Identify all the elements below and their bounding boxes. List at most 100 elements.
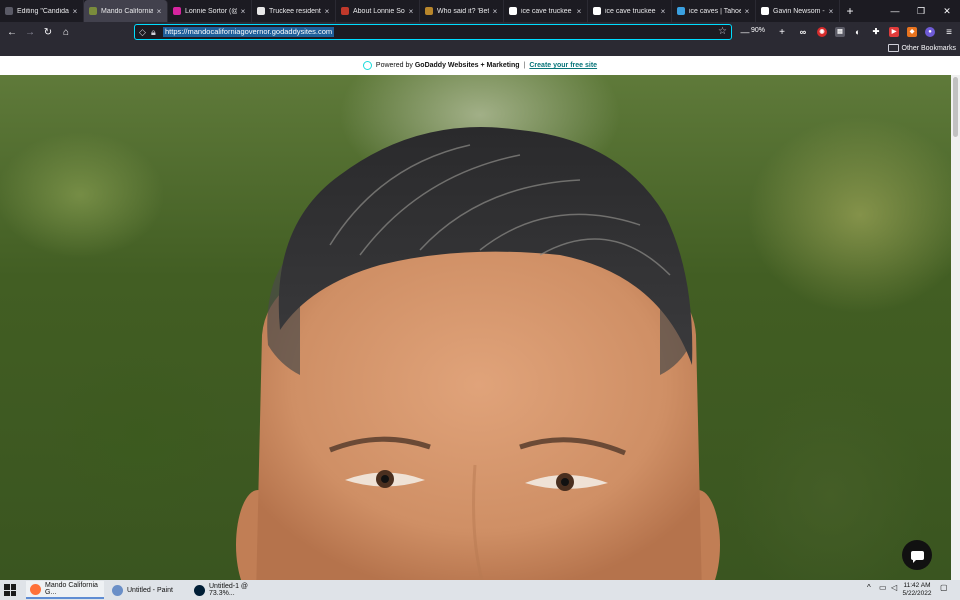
- doc-icon: [5, 7, 13, 15]
- browser-tab[interactable]: ice cave truckee - Go×: [588, 0, 672, 22]
- scrollbar-thumb[interactable]: [953, 77, 958, 137]
- new-tab-button[interactable]: +: [840, 0, 860, 22]
- instagram-icon: [173, 7, 181, 15]
- browser-tab[interactable]: ice caves | Tahoe Fals×: [672, 0, 756, 22]
- wikipedia-icon: [761, 7, 769, 15]
- account-extension-icon[interactable]: ●: [925, 27, 935, 37]
- keyboard-extension-icon[interactable]: ▤: [835, 27, 845, 37]
- clock-time: 11:42 AM: [903, 582, 931, 589]
- lock-icon[interactable]: 🔒︎: [151, 27, 156, 38]
- tab-title: Gavin Newsom - Wiki: [773, 7, 825, 15]
- volume-icon[interactable]: ◁: [891, 583, 897, 592]
- godaddy-logo-icon: [362, 61, 372, 70]
- paint-icon: [112, 584, 123, 596]
- adblock-icon[interactable]: ◉: [817, 27, 827, 37]
- tab-title: Editing "Candidates f: [17, 7, 69, 15]
- taskbar-app-button[interactable]: Untitled - Paint: [108, 581, 186, 599]
- close-tab-icon[interactable]: ×: [239, 7, 247, 16]
- left-pupil: [381, 475, 389, 483]
- close-tab-icon[interactable]: ×: [155, 7, 163, 16]
- minimize-button[interactable]: —: [882, 0, 908, 22]
- close-tab-icon[interactable]: ×: [827, 7, 835, 16]
- close-tab-icon[interactable]: ×: [659, 7, 667, 16]
- godaddy-promo-bar: Powered by GoDaddy Websites + Marketing …: [0, 56, 960, 75]
- taskbar-app-label: Untitled - Paint: [127, 586, 173, 594]
- tab-title: ice cave truckee - Go: [605, 7, 657, 15]
- fox-extension-icon[interactable]: ◆: [907, 27, 917, 37]
- url-text[interactable]: https://mandocaliforniagovernor.godaddys…: [163, 27, 335, 37]
- browser-tab[interactable]: Who said it? 'Better li×: [420, 0, 504, 22]
- firefox-icon: [30, 583, 41, 595]
- photoshop-icon: [194, 584, 205, 596]
- close-tab-icon[interactable]: ×: [407, 7, 415, 16]
- restore-button[interactable]: ❐: [908, 0, 934, 22]
- youtube-extension-icon[interactable]: ▶: [889, 27, 899, 37]
- infinity-extension-icon[interactable]: ∞: [798, 27, 808, 37]
- reload-icon[interactable]: ↻: [39, 22, 57, 42]
- right-pupil: [561, 478, 569, 486]
- browser-tab[interactable]: Lonnie Sortor (@lonn×: [168, 0, 252, 22]
- address-bar[interactable]: ◇ 🔒︎ https://mandocaliforniagovernor.god…: [134, 24, 732, 40]
- windows-start-icon[interactable]: [4, 584, 16, 596]
- powered-by-text: Powered by: [375, 62, 413, 69]
- hero-portrait-image: [0, 75, 951, 580]
- zoom-in-button[interactable]: +: [773, 22, 791, 42]
- hamburger-menu-icon[interactable]: ≡: [940, 22, 958, 42]
- tab-title: Lonnie Sortor (@lonn: [185, 7, 237, 15]
- close-tab-icon[interactable]: ×: [71, 7, 79, 16]
- notifications-icon[interactable]: ▢: [940, 583, 948, 592]
- tab-title: Who said it? 'Better li: [437, 7, 489, 15]
- forward-arrow-icon[interactable]: →: [21, 22, 39, 42]
- chat-bubble-icon: [910, 550, 924, 563]
- close-window-button[interactable]: ✕: [934, 0, 960, 22]
- tab-strip: Editing "Candidates f×Mando California G…: [0, 0, 960, 22]
- google-icon: [509, 7, 517, 15]
- web-page: Powered by GoDaddy Websites + Marketing …: [0, 56, 960, 580]
- browser-tab[interactable]: About Lonnie Sortor×: [336, 0, 420, 22]
- navigation-toolbar: ← → ↻ ⌂ ◇ 🔒︎ https://mandocaliforniagove…: [0, 22, 960, 42]
- godaddy-brand-text: GoDaddy Websites + Marketing: [414, 62, 520, 69]
- tab-title: Truckee resident ente: [269, 7, 321, 15]
- tray-chevron-icon[interactable]: ^: [867, 583, 871, 592]
- taskbar-clock[interactable]: 11:42 AM 5/22/2022: [900, 582, 934, 598]
- image-icon: [425, 7, 433, 15]
- taskbar-app-label: Mando California G...: [45, 582, 98, 596]
- page-scrollbar[interactable]: [951, 75, 960, 580]
- tab-title: About Lonnie Sortor: [353, 7, 405, 15]
- browser-tab[interactable]: Gavin Newsom - Wiki×: [756, 0, 840, 22]
- tab-title: Mando California Go: [101, 7, 153, 15]
- zoom-level[interactable]: 90%: [751, 27, 765, 34]
- close-tab-icon[interactable]: ×: [575, 7, 583, 16]
- globe-icon: [677, 7, 685, 15]
- tab-title: ice cave truckee - Go: [521, 7, 573, 15]
- taskbar-app-button[interactable]: Mando California G...: [26, 581, 104, 599]
- create-site-link[interactable]: Create your free site: [529, 62, 597, 69]
- bookmarks-toolbar: Other Bookmarks: [0, 42, 960, 56]
- browser-tab[interactable]: Editing "Candidates f×: [0, 0, 84, 22]
- brightness-extension-icon[interactable]: ◐: [853, 27, 863, 37]
- back-arrow-icon[interactable]: ←: [3, 22, 21, 42]
- browser-tab[interactable]: ice cave truckee - Go×: [504, 0, 588, 22]
- windows-taskbar: Mando California G... Untitled - Paint Unt…: [0, 580, 960, 600]
- tab-strip-spacer: [860, 0, 882, 22]
- other-bookmarks[interactable]: Other Bookmarks: [887, 44, 956, 52]
- browser-tab[interactable]: Mando California Go×: [84, 0, 168, 22]
- tracking-shield-icon[interactable]: ◇: [139, 27, 146, 38]
- other-bookmarks-label: Other Bookmarks: [901, 44, 956, 52]
- close-tab-icon[interactable]: ×: [743, 7, 751, 16]
- clock-date: 5/22/2022: [902, 590, 932, 597]
- close-tab-icon[interactable]: ×: [491, 7, 499, 16]
- browser-tab[interactable]: Truckee resident ente×: [252, 0, 336, 22]
- news-icon: [257, 7, 265, 15]
- face: [256, 245, 702, 580]
- network-icon[interactable]: ▭: [879, 583, 887, 592]
- close-tab-icon[interactable]: ×: [323, 7, 331, 16]
- taskbar-app-label: Untitled-1 @ 73.3%...: [209, 583, 249, 597]
- godaddy-icon: [89, 7, 97, 15]
- bookmark-star-icon[interactable]: ☆: [718, 26, 727, 37]
- folder-icon: [887, 44, 899, 52]
- chat-button[interactable]: [902, 540, 932, 570]
- taskbar-app-button[interactable]: Untitled-1 @ 73.3%...: [190, 581, 266, 599]
- home-icon[interactable]: ⌂: [57, 22, 75, 42]
- puzzle-extension-icon[interactable]: ✚: [871, 27, 881, 37]
